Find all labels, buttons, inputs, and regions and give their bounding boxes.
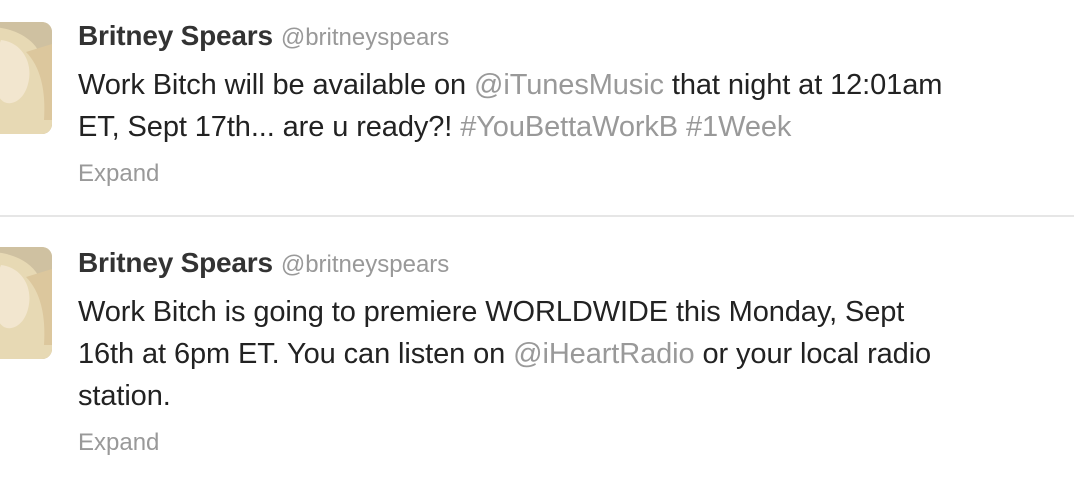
tweet-text-segment: that night at 12:01am [663,69,943,101]
tweet[interactable]: Britney Spears @britneyspears Work Bitch … [0,0,1074,216]
mention-link[interactable]: @iHeartRadio [513,338,694,370]
mention-link[interactable]: @iTunesMusic [474,69,664,101]
expand-link[interactable]: Expand [78,429,159,457]
tweet-content: Britney Spears @britneyspears Work Bitch … [78,247,1074,457]
tweet-text-segment: or your local radio [694,338,932,370]
tweet-content: Britney Spears @britneyspears Work Bitch … [78,20,1074,188]
tweet-text-line: ET, Sept 17th... are u ready?! #YouBetta… [78,106,1074,148]
tweet-header: Britney Spears @britneyspears [78,247,1074,285]
tweet-text-line: station. [78,380,171,412]
tweet-text-line: 16th at 6pm ET. You can listen on @iHear… [78,333,1074,375]
tweet-text-segment: ET, Sept 17th... are u ready?! [78,111,461,143]
hashtag-link[interactable]: #1Week [686,111,791,143]
fullname[interactable]: Britney Spears [78,247,273,278]
hashtag-link[interactable]: #YouBettaWorkB [460,111,678,143]
avatar[interactable] [0,22,52,134]
tweet-header: Britney Spears @britneyspears [78,20,1074,58]
tweet-text-line: Work Bitch is going to premiere WORLDWID… [78,296,905,328]
tweet-text: Work Bitch will be available on @iTunesM… [78,64,1074,148]
tweet-text: Work Bitch is going to premiere WORLDWID… [78,291,1074,417]
tweet-text-segment: Work Bitch will be available on [78,69,475,101]
tweet-text-line: Work Bitch will be available on @iTunesM… [78,64,1074,106]
username[interactable]: @britneyspears [281,24,449,51]
expand-link[interactable]: Expand [78,160,159,188]
username[interactable]: @britneyspears [281,251,449,278]
tweet[interactable]: Britney Spears @britneyspears Work Bitch … [0,217,1074,483]
fullname[interactable]: Britney Spears [78,20,273,51]
avatar[interactable] [0,247,52,359]
tweet-text-segment: 16th at 6pm ET. You can listen on [78,338,514,370]
